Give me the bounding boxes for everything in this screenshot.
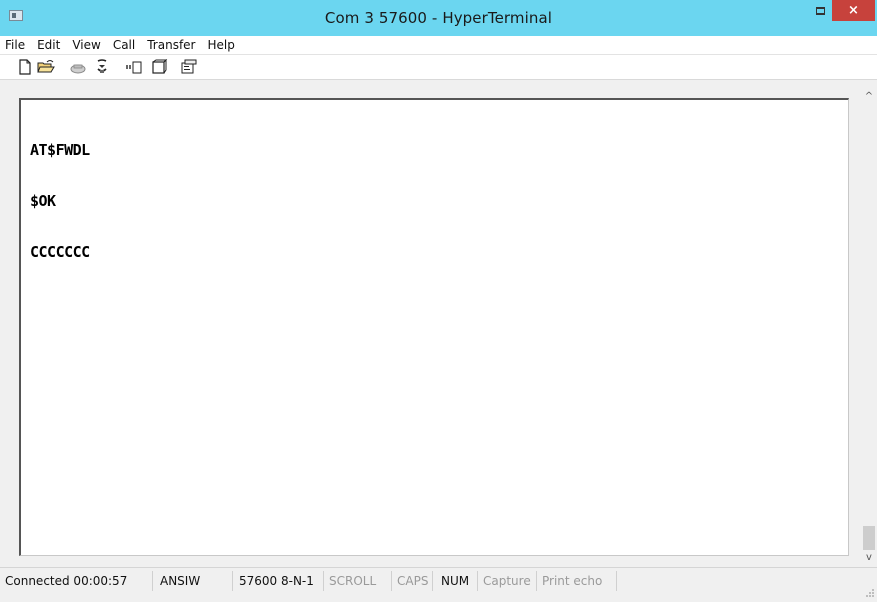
hang-up-icon[interactable] (93, 59, 111, 75)
status-num: NUM (433, 571, 478, 591)
status-capture: Capture (478, 571, 537, 591)
resize-grip-icon[interactable] (865, 583, 875, 597)
window-title: Com 3 57600 - HyperTerminal (324, 9, 553, 27)
menu-bar: File Edit View Call Transfer Help (0, 36, 877, 55)
vertical-scrollbar[interactable]: ^ v (861, 89, 877, 566)
menu-transfer[interactable]: Transfer (141, 36, 201, 55)
status-connected: Connected 00:00:57 (0, 571, 153, 591)
scroll-down-arrow[interactable]: v (861, 550, 877, 566)
menu-edit[interactable]: Edit (31, 36, 66, 55)
open-folder-icon[interactable] (37, 59, 55, 75)
close-icon: × (848, 3, 859, 18)
status-bar: Connected 00:00:57 ANSIW 57600 8-N-1 SCR… (0, 567, 877, 597)
receive-file-icon[interactable] (150, 58, 168, 75)
menu-view[interactable]: View (66, 36, 106, 55)
terminal-line: $OK (30, 192, 56, 210)
terminal-line: AT$FWDL (30, 141, 90, 159)
status-scroll: SCROLL (324, 571, 392, 591)
status-caps: CAPS (392, 571, 433, 591)
maximize-icon (815, 7, 825, 15)
new-connection-icon[interactable] (16, 59, 34, 75)
status-emulation: ANSIW (153, 571, 233, 591)
close-button[interactable]: × (832, 0, 875, 21)
call-phone-icon[interactable] (69, 59, 87, 75)
toolbar (0, 55, 877, 80)
send-file-icon[interactable] (125, 59, 143, 75)
status-print-echo: Print echo (537, 571, 617, 591)
menu-file[interactable]: File (0, 36, 31, 55)
maximize-button[interactable] (808, 0, 832, 22)
menu-call[interactable]: Call (107, 36, 141, 55)
title-bar[interactable]: Com 3 57600 - HyperTerminal × (0, 0, 877, 36)
status-port-settings: 57600 8-N-1 (233, 571, 324, 591)
terminal-output: AT$FWDL $OK CCCCCCC (30, 108, 90, 295)
terminal-screen[interactable]: AT$FWDL $OK CCCCCCC (19, 98, 849, 556)
menu-help[interactable]: Help (202, 36, 241, 55)
terminal-line: CCCCCCC (30, 243, 90, 261)
properties-icon[interactable] (180, 59, 198, 75)
hyperterminal-window: Com 3 57600 - HyperTerminal × File Edit … (0, 0, 877, 597)
scroll-up-arrow[interactable]: ^ (861, 89, 877, 105)
scroll-thumb[interactable] (863, 526, 875, 550)
